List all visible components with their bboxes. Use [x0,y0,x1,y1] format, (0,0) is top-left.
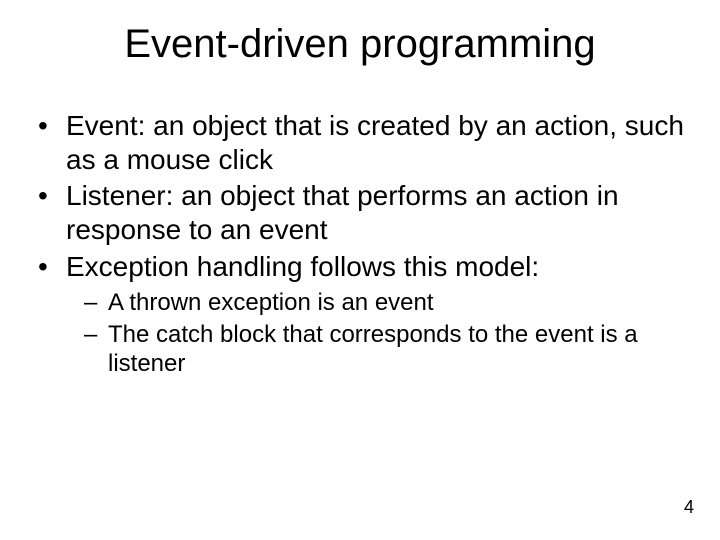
bullet-item: Listener: an object that performs an act… [34,179,692,247]
bullet-list: Event: an object that is created by an a… [34,109,692,379]
slide-title: Event-driven programming [0,0,720,67]
page-number: 4 [684,497,694,518]
sub-bullet-list: A thrown exception is an event The catch… [66,288,692,379]
sub-bullet-item: The catch block that corresponds to the … [84,320,692,380]
bullet-text: Exception handling follows this model: [66,251,539,282]
slide-body: Event: an object that is created by an a… [0,109,720,379]
bullet-item: Event: an object that is created by an a… [34,109,692,177]
sub-bullet-item: A thrown exception is an event [84,288,692,318]
slide: Event-driven programming Event: an objec… [0,0,720,540]
bullet-item: Exception handling follows this model: A… [34,250,692,379]
